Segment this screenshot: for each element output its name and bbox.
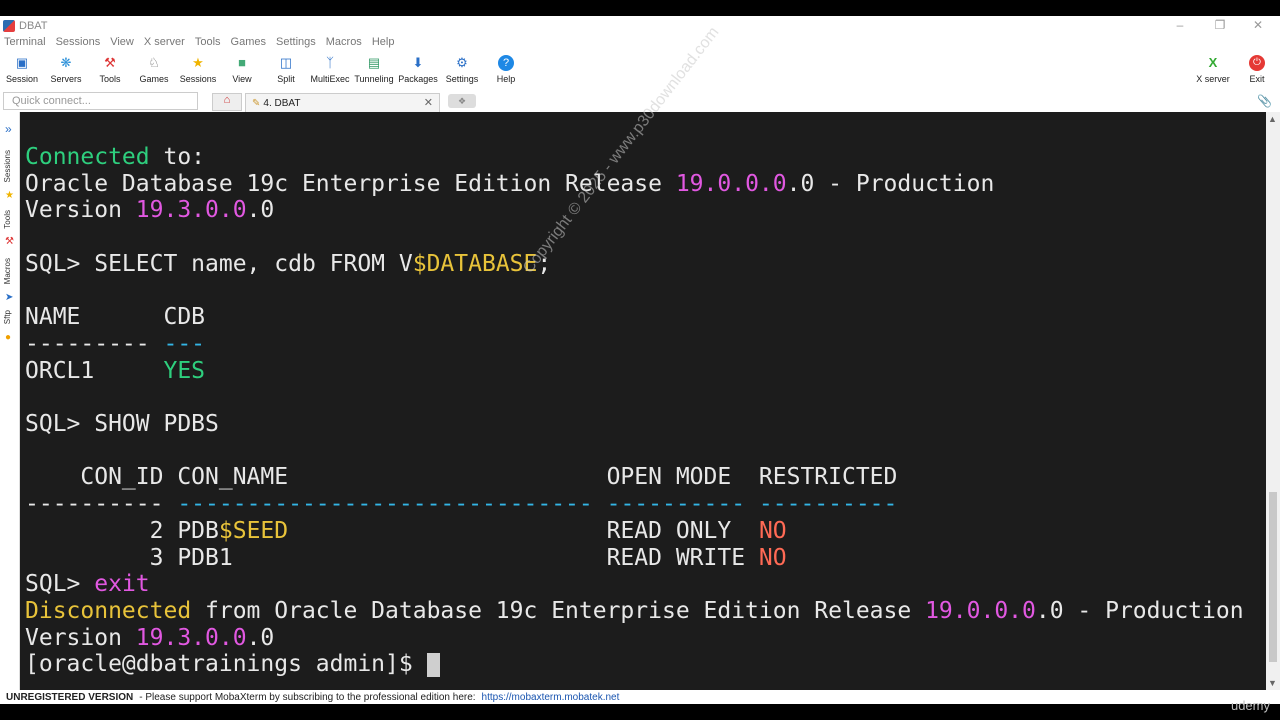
toolbar-sessions-button[interactable]: ★ Sessions — [176, 52, 220, 90]
terminal-line: NAME CDB — [25, 304, 206, 331]
tab-row: Quick connect... ⌂ ✎ 4. DBAT ✕ ❖ 📎 — [0, 90, 1280, 112]
terminal-line: Oracle Database 19c Enterprise Edition R… — [25, 170, 995, 197]
screen-bottom-bar — [0, 704, 1280, 720]
menu-tools[interactable]: Tools — [195, 36, 221, 52]
packages-icon: ⬇ — [412, 55, 424, 70]
sidebar-tools[interactable]: Tools — [3, 210, 12, 229]
menu-macros[interactable]: Macros — [326, 36, 362, 52]
toolbar-tools-button[interactable]: ⚒ Tools — [88, 52, 132, 90]
terminal-line: SQL> exit — [25, 571, 150, 598]
left-sidebar: » Sessions ★ Tools ⚒ Macros ➤ Sftp ● — [0, 112, 20, 690]
games-icon: ♘ — [148, 55, 160, 70]
session-icon: ▣ — [15, 55, 29, 70]
toolbar-exit-button[interactable]: ⏻ Exit — [1235, 52, 1279, 90]
toolbar-tunneling-button[interactable]: ▤ Tunneling — [352, 52, 396, 90]
paperclip-icon[interactable]: 📎 — [1257, 94, 1272, 108]
help-icon: ? — [498, 55, 514, 71]
sidebar-sftp-icon: ● — [5, 332, 12, 343]
split-icon: ◫ — [279, 55, 293, 70]
view-icon: ■ — [238, 55, 246, 70]
servers-icon: ❋ — [60, 55, 72, 70]
new-tab-icon: ❖ — [457, 96, 467, 106]
expand-sidebar-icon[interactable]: » — [5, 122, 12, 136]
main-toolbar: ▣ Session ❋ Servers ⚒ Tools ♘ Games ★ Session… — [0, 52, 1280, 90]
terminal-line: [oracle@dbatrainings admin]$ — [25, 651, 440, 678]
toolbar-help-button[interactable]: ? Help — [484, 52, 528, 90]
title-bar: DBAT – ❐ ✕ — [0, 16, 1280, 36]
terminal-line: Disconnected from Oracle Database 19c En… — [25, 597, 1244, 624]
sidebar-sessions[interactable]: Sessions — [3, 150, 12, 182]
minimize-icon[interactable]: – — [1170, 18, 1190, 32]
toolbar-games-button[interactable]: ♘ Games — [132, 52, 176, 90]
toolbar-xserver-button[interactable]: XX server — [1191, 52, 1235, 90]
terminal-line: Connected to: — [25, 144, 206, 170]
menu-settings[interactable]: Settings — [276, 36, 316, 52]
toolbar-packages-button[interactable]: ⬇ Packages — [396, 52, 440, 90]
terminal-line: CON_ID CON_NAME OPEN MODE RESTRICTED — [25, 464, 898, 491]
tools-icon: ⚒ — [104, 55, 116, 70]
menu-terminal[interactable]: Terminal — [4, 36, 46, 52]
gear-icon: ⚙ — [456, 55, 468, 70]
mobaxterm-window: DBAT – ❐ ✕ Terminal Sessions View X serv… — [0, 16, 1280, 704]
toolbar-session-button[interactable]: ▣ Session — [0, 52, 44, 90]
screen-top-bar — [0, 0, 1280, 16]
terminal-line: 2 PDB$SEED READ ONLY NO — [25, 517, 787, 544]
tab-label: 4. DBAT — [263, 97, 301, 109]
quick-connect-input[interactable]: Quick connect... — [3, 92, 198, 110]
new-tab-button[interactable]: ❖ — [448, 94, 476, 108]
scroll-thumb[interactable] — [1269, 492, 1277, 662]
terminal-line: 3 PDB1 READ WRITE NO — [25, 544, 787, 571]
sidebar-tools-icon: ⚒ — [5, 236, 14, 247]
restore-icon[interactable]: ❐ — [1210, 18, 1230, 32]
terminal-line: --------- --- — [25, 330, 206, 357]
scroll-down-icon[interactable]: ▼ — [1268, 678, 1277, 688]
toolbar-view-button[interactable]: ■ View — [220, 52, 264, 90]
sidebar-sftp[interactable]: Sftp — [3, 310, 12, 324]
terminal-line: SQL> SHOW PDBS — [25, 411, 219, 437]
app-icon — [3, 20, 15, 32]
support-message: - Please support MobaXterm by subscribin… — [139, 691, 476, 703]
terminal-line: Version 19.3.0.0.0 — [25, 624, 275, 651]
udemy-logo: udemy — [1230, 698, 1270, 713]
toolbar-multiexec-button[interactable]: ᛉ MultiExec — [308, 52, 352, 90]
menu-bar: Terminal Sessions View X server Tools Ga… — [0, 36, 400, 52]
close-tab-icon[interactable]: ✕ — [424, 96, 433, 109]
terminal-line: Version 19.3.0.0.0 — [25, 197, 275, 224]
terminal-tab-icon: ✎ — [252, 97, 261, 109]
terminal-area[interactable]: Connected to: Oracle Database 19c Enterpr… — [20, 112, 1266, 690]
menu-xserver[interactable]: X server — [144, 36, 185, 52]
terminal-scrollbar[interactable]: ▲ ▼ — [1266, 112, 1280, 690]
power-icon: ⏻ — [1249, 55, 1265, 71]
scroll-up-icon[interactable]: ▲ — [1268, 114, 1277, 124]
sidebar-macros-icon: ➤ — [5, 292, 14, 303]
status-bar: UNREGISTERED VERSION - Please support Mo… — [0, 690, 1280, 704]
xserver-icon: X — [1208, 55, 1218, 70]
menu-sessions[interactable]: Sessions — [56, 36, 101, 52]
toolbar-settings-button[interactable]: ⚙ Settings — [440, 52, 484, 90]
menu-help[interactable]: Help — [372, 36, 395, 52]
tunneling-icon: ▤ — [367, 55, 381, 70]
multiexec-icon: ᛉ — [326, 55, 334, 70]
mobaxterm-link[interactable]: https://mobaxterm.mobatek.net — [482, 692, 620, 703]
toolbar-servers-button[interactable]: ❋ Servers — [44, 52, 88, 90]
terminal-line: SQL> SELECT name, cdb FROM V$DATABASE; — [25, 250, 552, 277]
sidebar-star-icon: ★ — [5, 190, 14, 201]
menu-games[interactable]: Games — [231, 36, 266, 52]
terminal-line: ORCL1 YES — [25, 357, 206, 384]
unregistered-label: UNREGISTERED VERSION — [6, 691, 134, 703]
home-icon: ⌂ — [223, 94, 231, 106]
menu-view[interactable]: View — [110, 36, 134, 52]
terminal-line: ---------- -----------------------------… — [25, 491, 898, 518]
home-tab[interactable]: ⌂ — [212, 93, 242, 111]
toolbar-split-button[interactable]: ◫ Split — [264, 52, 308, 90]
close-window-icon[interactable]: ✕ — [1248, 18, 1268, 32]
tab-dbat[interactable]: ✎ 4. DBAT ✕ — [245, 93, 440, 112]
window-title: DBAT — [19, 20, 48, 32]
star-icon: ★ — [192, 55, 204, 70]
sidebar-macros[interactable]: Macros — [3, 258, 12, 284]
